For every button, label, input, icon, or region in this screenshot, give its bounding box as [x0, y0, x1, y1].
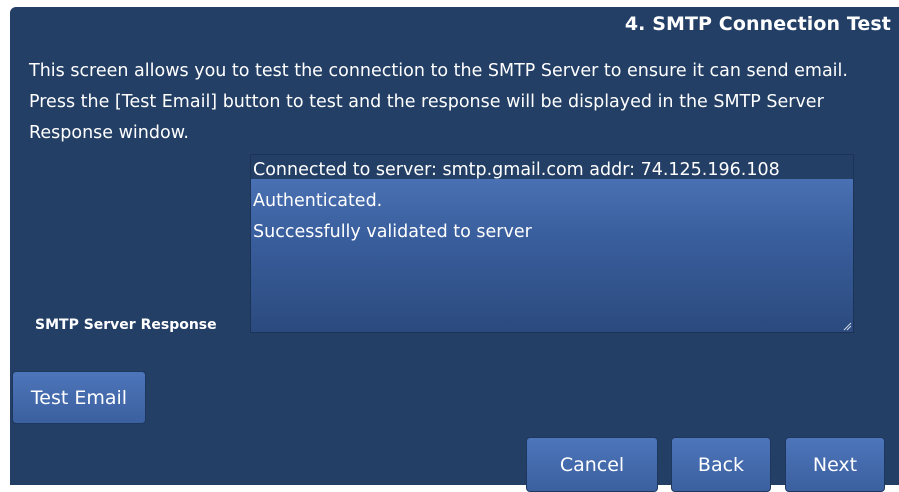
step-title: 4. SMTP Connection Test	[624, 13, 891, 35]
response-line-connected: Connected to server: smtp.gmail.com addr…	[253, 160, 780, 180]
response-line-validated: Successfully validated to server	[253, 222, 532, 242]
cancel-button[interactable]: Cancel	[526, 437, 658, 492]
test-email-button[interactable]: Test Email	[12, 371, 146, 424]
response-line-authenticated: Authenticated.	[253, 191, 383, 211]
back-button[interactable]: Back	[671, 437, 771, 492]
next-button[interactable]: Next	[785, 437, 885, 492]
smtp-response-textarea[interactable]: Connected to server: smtp.gmail.com addr…	[250, 154, 854, 333]
resize-grip-icon[interactable]	[842, 321, 852, 331]
instructions-text: This screen allows you to test the conne…	[29, 61, 848, 143]
smtp-response-label: SMTP Server Response	[35, 317, 217, 333]
smtp-test-panel: 4. SMTP Connection Test This screen allo…	[10, 7, 899, 492]
